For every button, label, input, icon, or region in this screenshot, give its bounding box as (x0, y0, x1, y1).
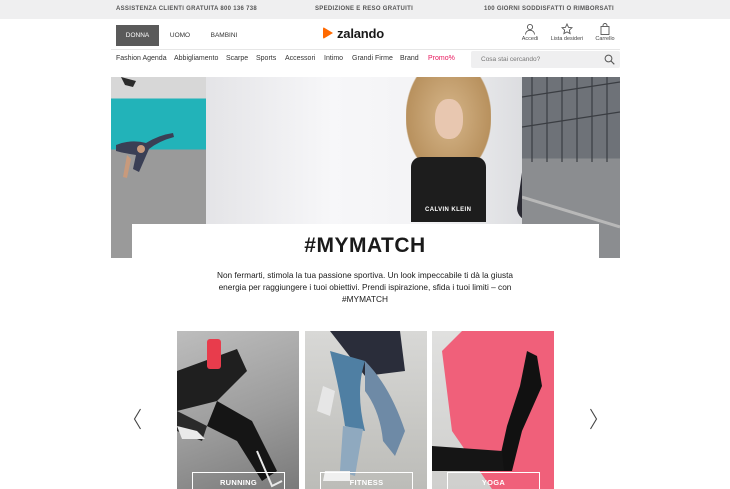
card-label-yoga: YOGA (447, 472, 540, 489)
yoga-image (432, 331, 554, 489)
nav-promo[interactable]: Promo% (428, 55, 455, 62)
nav-sports[interactable]: Sports (256, 55, 276, 62)
gender-tab-uomo[interactable]: UOMO (163, 25, 197, 46)
free-shipping-text[interactable]: SPEDIZIONE E RESO GRATUITI (315, 6, 413, 12)
shirt-print: CALVIN KLEIN (425, 207, 472, 213)
wishlist-label: Lista desideri (550, 36, 584, 42)
category-card-running[interactable]: RUNNING (177, 331, 299, 489)
logo-play-icon (323, 27, 333, 39)
chevron-right-icon[interactable] (589, 408, 598, 430)
wishlist-button[interactable]: Lista desideri (548, 23, 586, 42)
nav-grandi-firme[interactable]: Grandi Firme (352, 55, 393, 62)
nav-accessori[interactable]: Accessori (285, 55, 315, 62)
customer-service-text[interactable]: ASSISTENZA CLIENTI GRATUITA 800 136 738 (116, 6, 257, 12)
zalando-logo[interactable]: zalando (323, 25, 384, 41)
running-image (177, 339, 283, 488)
user-icon (525, 23, 535, 35)
gender-tab-donna[interactable]: DONNA (116, 25, 159, 46)
money-back-text[interactable]: 100 GIORNI SODDISFATTI O RIMBORSATI (484, 6, 614, 12)
model-face (435, 99, 463, 139)
nav-abbigliamento[interactable]: Abbigliamento (174, 55, 218, 62)
nav-scarpe[interactable]: Scarpe (226, 55, 248, 62)
chevron-left-icon[interactable] (133, 408, 142, 430)
card-label-fitness: FITNESS (320, 472, 413, 489)
category-card-yoga[interactable]: YOGA (432, 331, 554, 489)
hero-title[interactable]: #MYMATCH (0, 234, 730, 258)
service-bar: ASSISTENZA CLIENTI GRATUITA 800 136 738 … (0, 0, 730, 19)
search-input[interactable]: Cosa stai cercando? (481, 56, 540, 63)
cart-button[interactable]: Carrello (592, 23, 618, 42)
gender-tab-bambini[interactable]: BAMBINI (203, 25, 245, 46)
fitness-image (317, 331, 405, 481)
nav-intimo[interactable]: Intimo (324, 55, 343, 62)
nav-brand[interactable]: Brand (400, 55, 419, 62)
category-card-fitness[interactable]: FITNESS (305, 331, 427, 489)
card-label-running: RUNNING (192, 472, 285, 489)
hero-description: Non fermarti, stimola la tua passione sp… (216, 270, 514, 304)
login-button[interactable]: Accedi (517, 23, 543, 42)
header-divider (111, 49, 620, 50)
header: DONNA UOMO BAMBINI zalando Accedi Lista … (0, 19, 730, 47)
login-label: Accedi (521, 36, 539, 42)
nav-fashion-agenda[interactable]: Fashion Agenda (116, 55, 167, 62)
model-sports-top: CALVIN KLEIN (411, 157, 486, 222)
search-box[interactable]: Cosa stai cercando? (471, 51, 620, 68)
search-icon[interactable] (604, 54, 615, 65)
cart-label: Carrello (595, 36, 615, 42)
star-icon (561, 23, 573, 35)
bag-icon (600, 23, 610, 35)
